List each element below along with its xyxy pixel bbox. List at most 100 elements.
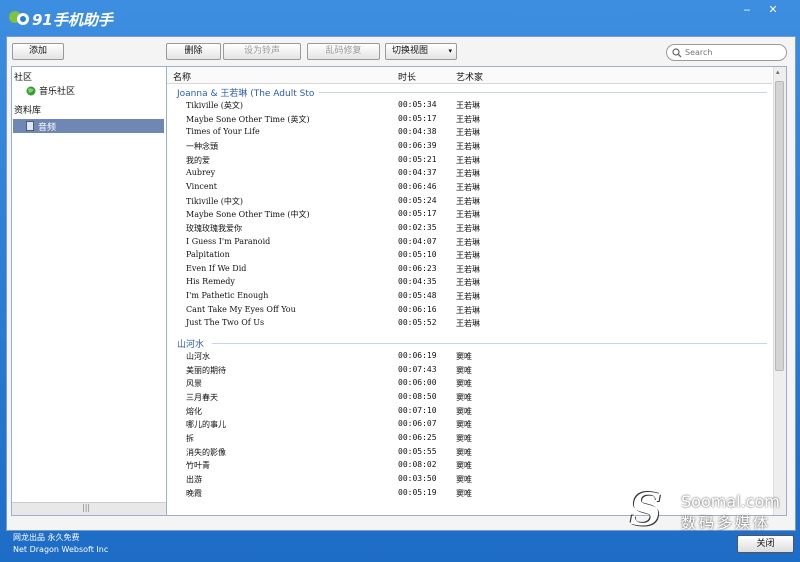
table-row[interactable]: Times of Your Life 00:04:38 王若琳	[167, 127, 767, 140]
add-button[interactable]: 添加	[12, 43, 64, 60]
song-artist: 王若琳	[456, 182, 480, 192]
song-duration: 00:05:55	[398, 446, 437, 456]
song-artist: 王若琳	[456, 196, 480, 206]
table-row[interactable]: Palpitation 00:05:10 王若琳	[167, 250, 767, 263]
switch-view-label: 切换视图	[392, 46, 429, 56]
sidebar-scrollbar[interactable]: |||	[12, 502, 166, 515]
table-row[interactable]: 哪儿的事儿 00:06:07 窦唯	[167, 419, 767, 432]
scroll-thumb[interactable]	[775, 81, 784, 371]
table-row[interactable]: 出游 00:03:50 窦唯	[167, 474, 767, 487]
scroll-up-icon[interactable]: ▴	[776, 68, 780, 76]
song-artist: 窦唯	[456, 352, 472, 362]
song-duration: 00:02:35	[398, 222, 437, 232]
sidebar-header-library: 资料库	[14, 106, 42, 116]
table-row[interactable]: Aubrey 00:04:37 王若琳	[167, 168, 767, 181]
song-name: Times of Your Life	[186, 127, 260, 137]
song-artist: 窦唯	[456, 379, 472, 389]
song-duration: 00:04:07	[398, 236, 437, 246]
table-row[interactable]: Maybe Sone Other Time (英文) 00:05:17 王若琳	[167, 114, 767, 127]
fix-garbled-button[interactable]: 乱码修复	[307, 43, 380, 60]
watermark-site: Soomal.com	[681, 492, 780, 511]
group-divider	[212, 343, 767, 345]
table-row[interactable]: Tikiville (英文) 00:05:34 王若琳	[167, 100, 767, 113]
table-row[interactable]: 熔化 00:07:10 窦唯	[167, 406, 767, 419]
table-row[interactable]: Even If We Did 00:06:23 王若琳	[167, 264, 767, 277]
song-name: Even If We Did	[186, 263, 247, 273]
song-duration: 00:06:07	[398, 419, 437, 429]
table-row[interactable]: I'm Pathetic Enough 00:05:48 王若琳	[167, 291, 767, 304]
song-duration: 00:05:19	[398, 487, 437, 497]
song-duration: 00:04:35	[398, 277, 437, 287]
song-name: I Guess I'm Paranoid	[186, 236, 271, 246]
song-duration: 00:05:17	[398, 209, 437, 219]
song-artist: 王若琳	[456, 128, 480, 138]
table-row[interactable]: Tikiville (中文) 00:05:24 王若琳	[167, 196, 767, 209]
song-artist: 王若琳	[456, 264, 480, 274]
song-artist: 王若琳	[456, 169, 480, 179]
table-row[interactable]: 我的爱 00:05:21 王若琳	[167, 155, 767, 168]
table-row[interactable]: 玫瑰玫瑰我爱你 00:02:35 王若琳	[167, 223, 767, 236]
song-duration: 00:06:19	[398, 351, 437, 361]
sidebar-header-community: 社区	[14, 73, 33, 83]
vertical-scrollbar[interactable]: ▴	[773, 67, 786, 515]
song-artist: 王若琳	[456, 251, 480, 261]
song-artist: 窦唯	[456, 461, 472, 471]
song-artist: 窦唯	[456, 393, 472, 402]
song-name: Maybe Sone Other Time (英文)	[186, 114, 310, 124]
song-artist: 王若琳	[456, 278, 480, 288]
set-ringtone-button[interactable]: 设为铃声	[223, 43, 301, 60]
table-row[interactable]: 三月春天 00:08:50 窦唯	[167, 392, 767, 405]
song-name: Cant Take My Eyes Off You	[186, 304, 296, 314]
sidebar-item-audio[interactable]: 音频	[13, 119, 164, 133]
minimize-button[interactable]: ‒	[736, 4, 758, 18]
song-duration: 00:06:00	[398, 378, 437, 388]
song-duration: 00:06:39	[398, 140, 437, 150]
delete-button[interactable]: 删除	[166, 43, 221, 60]
switch-view-dropdown[interactable]: 切换视图 ▾	[385, 43, 457, 60]
table-row[interactable]: 美丽的期待 00:07:43 窦唯	[167, 365, 767, 378]
song-artist: 王若琳	[456, 223, 480, 233]
song-artist: 窦唯	[456, 474, 472, 484]
table-row[interactable]: Vincent 00:06:46 王若琳	[167, 182, 767, 195]
song-artist: 窦唯	[456, 420, 472, 430]
table-row[interactable]: 山河水 00:06:19 窦唯	[167, 351, 767, 364]
chevron-down-icon: ▾	[448, 47, 452, 55]
song-duration: 00:07:10	[398, 405, 437, 415]
song-name: His Remedy	[186, 277, 235, 287]
table-row[interactable]: I Guess I'm Paranoid 00:04:07 王若琳	[167, 237, 767, 250]
song-duration: 00:08:50	[398, 392, 437, 401]
song-name: 竹叶青	[186, 461, 210, 471]
song-duration: 00:07:43	[398, 364, 437, 374]
column-header: 名称 时长 艺术家	[167, 67, 772, 84]
song-artist: 王若琳	[456, 141, 480, 151]
song-name: 出游	[186, 474, 202, 484]
table-row[interactable]: 竹叶青 00:08:02 窦唯	[167, 460, 767, 473]
song-name: Maybe Sone Other Time (中文)	[186, 210, 310, 220]
sidebar-item-music-community[interactable]: 音乐社区	[26, 84, 75, 97]
search-input[interactable]	[685, 46, 780, 58]
table-row[interactable]: His Remedy 00:04:35 王若琳	[167, 277, 767, 290]
column-duration[interactable]: 时长	[398, 70, 416, 83]
column-name[interactable]: 名称	[173, 70, 191, 83]
song-artist: 王若琳	[456, 210, 480, 220]
song-name: Just The Two Of Us	[186, 318, 265, 328]
search-box[interactable]	[666, 44, 787, 61]
table-row[interactable]: Cant Take My Eyes Off You 00:06:16 王若琳	[167, 305, 767, 318]
watermark-logo-icon: S	[630, 485, 662, 536]
table-row[interactable]: Just The Two Of Us 00:05:52 王若琳	[167, 318, 767, 331]
table-row[interactable]: 一种念頭 00:06:39 王若琳	[167, 141, 767, 154]
app-title: 91手机助手	[32, 10, 113, 29]
table-row[interactable]: Maybe Sone Other Time (中文) 00:05:17 王若琳	[167, 209, 767, 222]
globe-icon	[26, 86, 36, 95]
close-window-button[interactable]: ✕	[762, 4, 784, 18]
column-artist[interactable]: 艺术家	[456, 70, 483, 83]
table-row[interactable]: 消失的影像 00:05:55 窦唯	[167, 447, 767, 460]
table-row[interactable]: 拆 00:06:25 窦唯	[167, 433, 767, 446]
song-artist: 窦唯	[456, 433, 472, 443]
song-name: 一种念頭	[186, 141, 218, 151]
song-name: Vincent	[186, 181, 217, 191]
song-duration: 00:06:25	[398, 432, 437, 442]
song-duration: 00:06:23	[398, 263, 437, 273]
group-header: Joanna & 王若琳 (The Adult Sto	[177, 89, 315, 99]
table-row[interactable]: 风景 00:06:00 窦唯	[167, 378, 767, 391]
